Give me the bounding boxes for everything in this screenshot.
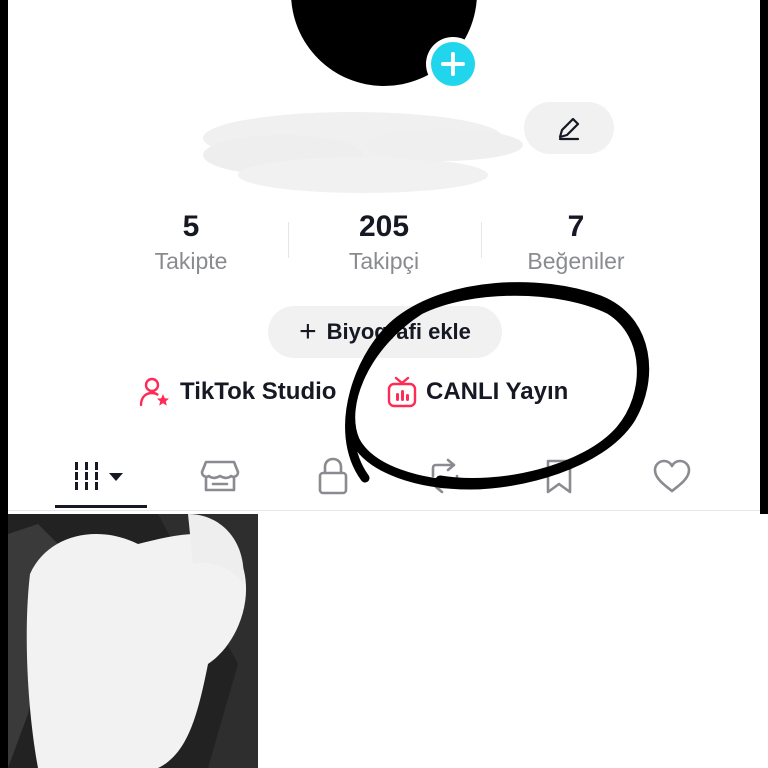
bookmark-icon [546, 459, 572, 494]
repost-icon [431, 458, 459, 494]
tab-private[interactable] [277, 446, 389, 506]
redacted-thumbnail [8, 514, 258, 768]
stat-following-value: 5 [182, 210, 200, 243]
stat-likes[interactable]: 7 Beğeniler [481, 208, 671, 276]
plus-icon: + [299, 315, 317, 348]
active-tab-indicator [55, 505, 147, 508]
lock-icon [318, 457, 348, 495]
edit-profile-button[interactable] [524, 102, 614, 154]
video-thumbnail[interactable] [8, 514, 258, 768]
stats-divider [481, 222, 482, 258]
profile-stats: 5 Takipte 205 Takipçi 7 Beğeniler [8, 208, 760, 278]
tab-liked[interactable] [616, 446, 728, 506]
profile-tabs [8, 446, 760, 514]
stat-followers[interactable]: 205 Takipçi [289, 208, 479, 276]
pencil-icon [558, 117, 580, 141]
tiktok-studio-label: TikTok Studio [180, 378, 337, 405]
tab-shop[interactable] [164, 446, 276, 506]
stat-following-label: Takipte [154, 248, 228, 274]
plus-icon [441, 52, 465, 76]
stat-likes-label: Beğeniler [527, 248, 625, 274]
profile-panel: 5 Takipte 205 Takipçi 7 Beğeniler + Biyo… [8, 0, 760, 514]
redacted-username [203, 112, 523, 193]
tab-reposts[interactable] [389, 446, 501, 506]
tabs-divider [8, 510, 760, 511]
live-link[interactable]: CANLI Yayın [386, 372, 568, 412]
content-area [258, 514, 768, 768]
tiktok-studio-link[interactable]: TikTok Studio [138, 372, 336, 412]
stat-followers-label: Takipçi [348, 248, 420, 274]
live-label: CANLI Yayın [426, 378, 569, 405]
stats-divider [288, 222, 289, 258]
stat-followers-value: 205 [358, 210, 410, 243]
add-bio-button[interactable]: + Biyografi ekle [268, 306, 502, 358]
grid-menu-icon [75, 462, 123, 490]
add-avatar-button[interactable] [426, 37, 480, 91]
stat-likes-value: 7 [567, 210, 585, 243]
shop-icon [200, 460, 240, 492]
live-tv-icon [387, 376, 417, 408]
heart-icon [653, 459, 691, 493]
profile-links: TikTok Studio CANLI Yayın [8, 372, 760, 412]
stat-following[interactable]: 5 Takipte [96, 208, 286, 276]
person-star-icon [139, 377, 169, 407]
tab-videos[interactable] [45, 446, 157, 506]
tab-favorites[interactable] [503, 446, 615, 506]
add-bio-label: Biyografi ekle [326, 319, 471, 344]
